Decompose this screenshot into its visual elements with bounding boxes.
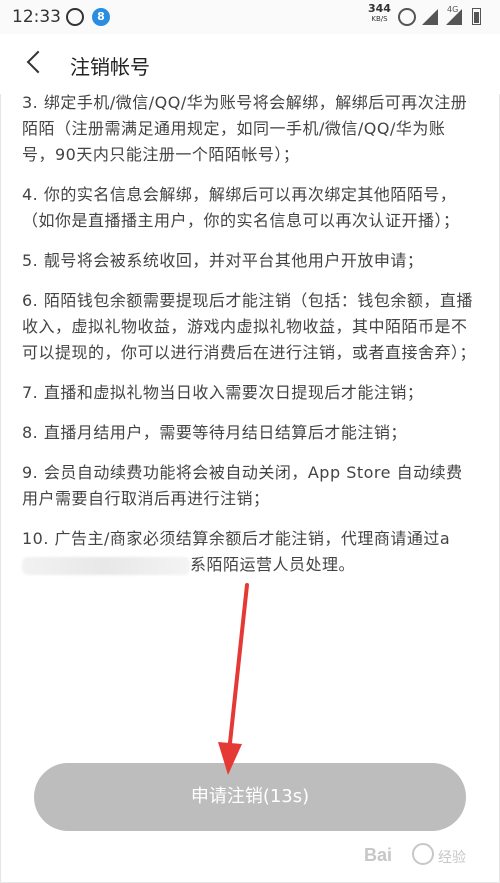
terms-item-10-after: 系陌陌运营人员处理。 [190, 555, 356, 574]
signal-icon [422, 9, 438, 25]
apply-cancel-account-button[interactable]: 申请注销(13s) [34, 763, 466, 831]
back-arrow-icon[interactable] [26, 52, 44, 70]
alarm-icon [398, 8, 416, 26]
qq-icon [66, 8, 84, 26]
redacted-blur [22, 556, 190, 575]
terms-item-10-before: 10. 广告主/商家必须结算余额后才能注销，代理商请通过a [22, 529, 451, 548]
terms-item-10: 10. 广告主/商家必须结算余额后才能注销，代理商请通过a 系陌陌运营人员处理。 [22, 526, 478, 578]
watermark-text: Bai [364, 845, 393, 865]
battery-icon [472, 8, 481, 25]
watermark-logo: Bai 经验 [364, 837, 484, 871]
status-bar: 12:33 8 344 KB/S 4G [0, 0, 500, 34]
app-header: 注销帐号 [0, 34, 500, 94]
terms-item-3: 3. 绑定手机/微信/QQ/华为账号将会解绑，解绑后可再次注册陌陌（注册需满足通… [22, 93, 468, 164]
terms-item-6: 6. 陌陌钱包余额需要提现后才能注销（包括：钱包余额，直播收入，虚拟礼物收益，游… [22, 291, 477, 362]
page-title: 注销帐号 [70, 55, 150, 79]
paw-icon [412, 843, 434, 865]
terms-item-9: 9. 会员自动续费功能将会被自动关闭，App Store 自动续费用户需要自行取… [22, 463, 463, 508]
network-type: 4G [447, 5, 459, 14]
terms-item-8: 8. 直播月结用户，需要等待月结日结算后才能注销； [22, 423, 407, 442]
terms-list: 3. 绑定手机/微信/QQ/华为账号将会解绑，解绑后可再次注册陌陌（注册需满足通… [22, 90, 478, 592]
terms-item-4: 4. 你的实名信息会解绑，解绑后可以再次绑定其他陌陌号，（如你是直播播主用户，你… [22, 185, 460, 230]
terms-item-5: 5. 靓号将会被系统收回，并对平台其他用户开放申请； [22, 251, 424, 270]
notification-icon: 8 [92, 8, 110, 26]
network-speed-unit: KB/S [371, 15, 388, 23]
status-time: 12:33 [12, 7, 61, 27]
watermark-cn-text: 经验 [438, 850, 466, 866]
terms-item-7: 7. 直播和虚拟礼物当日收入需要次日提现后才能注销； [22, 383, 424, 402]
network-speed: 344 KB/S [368, 3, 391, 25]
